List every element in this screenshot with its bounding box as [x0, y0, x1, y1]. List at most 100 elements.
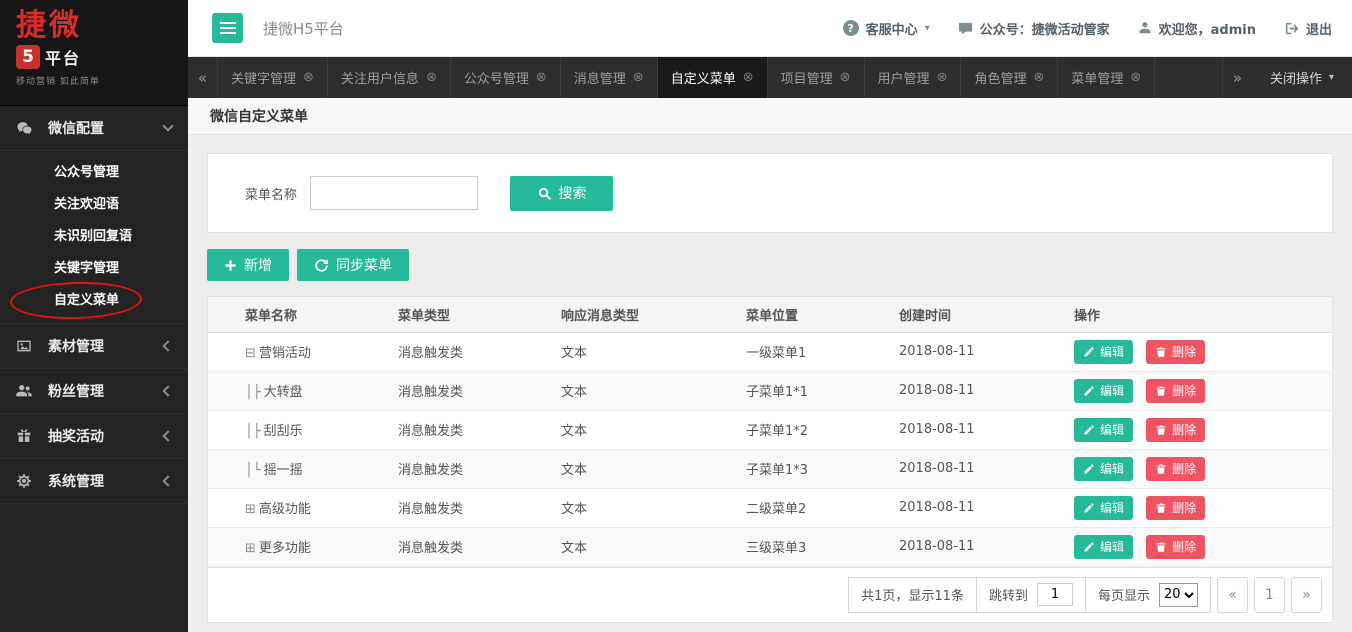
delete-button[interactable]: 删除: [1146, 495, 1206, 520]
created-time: 2018-08-11: [899, 527, 1074, 567]
tab-scroll-right[interactable]: »: [1221, 57, 1252, 98]
tab-3[interactable]: 消息管理: [561, 57, 658, 98]
sidebar-subitem-custom-menu[interactable]: 自定义菜单: [0, 280, 188, 321]
edit-button[interactable]: 编辑: [1074, 378, 1134, 403]
tab-2[interactable]: 公众号管理: [451, 57, 561, 98]
menu-name: 营销活动: [258, 346, 311, 361]
edit-button[interactable]: 编辑: [1074, 456, 1134, 481]
page-number-button[interactable]: 1: [1254, 576, 1285, 613]
sidebar-item-fans-management[interactable]: 粉丝管理: [0, 369, 188, 414]
prev-page-button[interactable]: «: [1217, 576, 1248, 613]
tab-1[interactable]: 关注用户信息: [328, 57, 451, 98]
close-operations-menu[interactable]: 关闭操作: [1252, 57, 1352, 98]
operations-cell: 编辑 删除: [1074, 449, 1332, 489]
logout-button[interactable]: 退出: [1284, 19, 1332, 38]
tree-node-icon[interactable]: ⊞: [245, 541, 256, 556]
tab-close-icon[interactable]: [303, 70, 314, 85]
tree-node-icon[interactable]: ⊟: [245, 346, 256, 361]
logo-suffix: 平台: [45, 48, 82, 68]
sidebar-toggle-button[interactable]: [212, 13, 243, 43]
caret-down-icon: [1329, 72, 1334, 83]
tab-6[interactable]: 用户管理: [865, 57, 962, 98]
sidebar-subitem-unrecognized-reply[interactable]: 未识别回复语: [0, 221, 188, 253]
edit-icon: [1083, 502, 1095, 514]
tab-scroll-left[interactable]: «: [188, 57, 218, 98]
tab-close-icon[interactable]: [743, 70, 754, 85]
tab-7[interactable]: 角色管理: [961, 57, 1059, 98]
logout-icon: [1284, 21, 1299, 36]
tree-node-icon[interactable]: │└: [245, 463, 261, 478]
search-button[interactable]: 搜索: [510, 175, 614, 211]
per-page-select[interactable]: 20: [1159, 582, 1198, 607]
table-row: │├ 大转盘 消息触发类 文本 子菜单1*1 2018-08-11 编辑 删除: [208, 371, 1332, 411]
delete-button[interactable]: 删除: [1146, 417, 1206, 442]
tab-close-icon[interactable]: [840, 70, 851, 85]
tab-4[interactable]: 自定义菜单: [657, 57, 768, 98]
table-row: ⊞ 更多功能 消息触发类 文本 三级菜单3 2018-08-11 编辑 删除: [208, 527, 1332, 567]
service-center-label: 客服中心: [865, 22, 918, 38]
operations-cell: 编辑 删除: [1074, 410, 1332, 450]
menu-position: 子菜单1*2: [746, 410, 899, 450]
tab-close-icon[interactable]: [1033, 70, 1044, 85]
pagination-jump: 跳转到: [975, 576, 1086, 613]
logout-label: 退出: [1305, 22, 1332, 38]
sidebar-item-lottery-activity[interactable]: 抽奖活动: [0, 414, 188, 459]
action-toolbar: 新增 同步菜单: [207, 249, 1333, 281]
delete-button[interactable]: 删除: [1146, 534, 1206, 559]
sidebar-subitem-official-account[interactable]: 公众号管理: [0, 157, 188, 189]
tab-bar: « 关键字管理 关注用户信息 公众号管理 消息管理 自定义菜单 项目管理 用户管…: [188, 57, 1352, 98]
refresh-icon: [314, 258, 329, 273]
menu-name-input[interactable]: [310, 176, 479, 210]
response-type: 文本: [561, 449, 746, 489]
tree-node-icon[interactable]: │├: [245, 424, 261, 439]
response-type: 文本: [561, 410, 746, 450]
sidebar-item-label: 微信配置: [48, 121, 104, 137]
trash-icon: [1155, 424, 1167, 436]
jump-page-input[interactable]: [1036, 583, 1073, 606]
tab-close-icon[interactable]: [426, 70, 437, 85]
menu-name-cell: │├ 大转盘: [208, 371, 398, 411]
per-page-label: 每页显示: [1097, 589, 1150, 604]
menu-name: 更多功能: [258, 541, 311, 556]
tab-0[interactable]: 关键字管理: [218, 57, 328, 98]
sidebar-item-material-management[interactable]: 素材管理: [0, 324, 188, 369]
sync-button-label: 同步菜单: [336, 258, 392, 274]
edit-button[interactable]: 编辑: [1074, 339, 1134, 364]
edit-button[interactable]: 编辑: [1074, 417, 1134, 442]
sidebar-item-system-management[interactable]: 系统管理: [0, 459, 188, 504]
sidebar-item-wechat-config[interactable]: 微信配置: [0, 106, 188, 151]
sidebar-subitem-label: 未识别回复语: [54, 229, 133, 244]
menu-position: 一级菜单1: [746, 332, 899, 372]
menu-type: 消息触发类: [398, 410, 561, 450]
sync-menu-button[interactable]: 同步菜单: [297, 249, 409, 281]
jump-label: 跳转到: [988, 589, 1028, 604]
close-operations-label: 关闭操作: [1269, 72, 1322, 87]
delete-button[interactable]: 删除: [1146, 378, 1206, 403]
next-page-button[interactable]: »: [1291, 576, 1322, 613]
tab-close-icon[interactable]: [937, 70, 948, 85]
col-menu-position: 菜单位置: [746, 297, 899, 333]
tab-5[interactable]: 项目管理: [768, 57, 865, 98]
tree-node-icon[interactable]: ⊞: [245, 502, 256, 517]
sidebar-subitem-keyword-management[interactable]: 关键字管理: [0, 253, 188, 285]
tab-close-icon[interactable]: [536, 70, 547, 85]
delete-button[interactable]: 删除: [1146, 456, 1206, 481]
service-center-menu[interactable]: 客服中心: [842, 19, 930, 38]
add-button[interactable]: 新增: [207, 249, 289, 281]
tab-close-icon[interactable]: [633, 70, 644, 85]
tab-8[interactable]: 菜单管理: [1058, 57, 1156, 98]
edit-button[interactable]: 编辑: [1074, 534, 1134, 559]
search-button-label: 搜索: [558, 186, 587, 202]
gear-icon: [16, 473, 38, 489]
sidebar: 捷微 5 平台 移动营销 如此简单 微信配置 公众号管理 关注欢迎语 未识别回复…: [0, 0, 188, 632]
plus-icon: [224, 259, 237, 272]
table-header-row: 菜单名称 菜单类型 响应消息类型 菜单位置 创建时间 操作: [208, 297, 1332, 333]
tab-close-icon[interactable]: [1130, 70, 1141, 85]
tree-node-icon[interactable]: │├: [245, 385, 261, 400]
table-body: ⊟ 营销活动 消息触发类 文本 一级菜单1 2018-08-11 编辑 删除 │├…: [208, 332, 1332, 567]
delete-button[interactable]: 删除: [1146, 339, 1206, 364]
welcome-user[interactable]: 欢迎您，admin: [1138, 19, 1256, 38]
edit-button[interactable]: 编辑: [1074, 495, 1134, 520]
sidebar-subitem-follow-welcome[interactable]: 关注欢迎语: [0, 189, 188, 221]
operations-cell: 编辑 删除: [1074, 488, 1332, 528]
